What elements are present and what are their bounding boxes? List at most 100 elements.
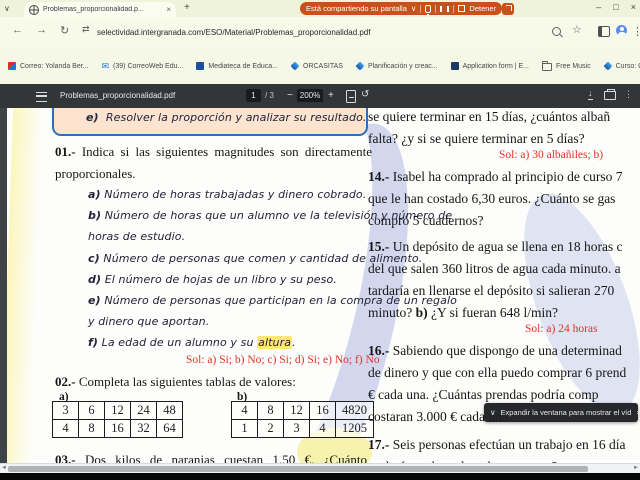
browser-menu-icon[interactable]: ⋮	[632, 25, 640, 38]
item-e-cont: y dinero que aportan.	[88, 315, 210, 328]
sharing-label: Está compartiendo su pantalla	[306, 4, 407, 13]
site-info-icon[interactable]: ⇄	[82, 24, 90, 35]
problem-02-line: 02.- Completa las siguientes tablas de v…	[55, 374, 296, 389]
address-bar: ← → ↻ ⇄ selectividad.intergranada.com/ES…	[0, 17, 640, 49]
zoom-out-button[interactable]: −	[287, 90, 293, 101]
browser-tab[interactable]: Problemas_proporcionalidad.p... ×	[24, 2, 176, 17]
stop-sharing-button[interactable]: Detener	[469, 4, 496, 13]
microphone-icon[interactable]	[425, 4, 432, 15]
box-item-text: Resolver la proporción y analizar su res…	[105, 111, 367, 124]
problem-01-line: 01.- Indica si las siguientes magnitudes…	[55, 144, 372, 159]
reload-button[interactable]: ↻	[60, 24, 69, 37]
rotate-icon[interactable]: ↺	[361, 89, 369, 100]
box-item-letter: e)	[86, 111, 99, 124]
page-count: / 3	[265, 91, 274, 100]
problem-16-line: € cada una. ¿Cuántas prendas podría comp	[368, 387, 599, 402]
scrollbar-thumb[interactable]	[8, 466, 588, 472]
new-tab-button[interactable]: +	[184, 3, 190, 13]
table-row: 4 8 12 16 4820	[231, 401, 374, 420]
expand-window-tooltip[interactable]: ∨ Expandir la ventana para mostrar el ví…	[484, 403, 640, 422]
page-number-input[interactable]: 1	[246, 89, 261, 102]
scroll-right-icon[interactable]: ►	[633, 465, 639, 471]
expand-sharing-icon[interactable]	[502, 3, 514, 15]
maximize-button[interactable]: □	[613, 2, 618, 12]
mail-icon	[8, 62, 16, 70]
problem-15-line: tardaría en llenarse el depósito si sali…	[368, 283, 615, 298]
table-row: 3 6 12 24 48	[52, 401, 183, 420]
url-text[interactable]: selectividad.intergranada.com/ESO/Materi…	[97, 28, 370, 37]
problem-15-line: minuto? b) ¿Y si fueran 648 l/min?	[368, 305, 558, 320]
bookmark-curso[interactable]: Curso: COMPETENC...	[603, 61, 640, 71]
right-col-line: falta? ¿y si se quiere terminar en 5 día…	[368, 131, 585, 146]
screen-sharing-pill[interactable]: Está compartiendo su pantalla ∨ Detener	[300, 2, 503, 15]
page-edge-shading	[7, 108, 44, 463]
problem-14-line: compró 5 cuadernos?	[368, 213, 484, 228]
window-controls: – □ ×	[596, 2, 636, 12]
tab-close-icon[interactable]: ×	[166, 5, 171, 14]
gem-icon	[290, 61, 300, 71]
bookmark-correo[interactable]: Correo: Yolanda Ber...	[8, 62, 89, 70]
bookmark-application[interactable]: Application form | E...	[450, 62, 529, 70]
intro-box: e) Resolver la proporción y analizar su …	[52, 108, 368, 136]
pdf-favicon-icon	[29, 4, 39, 15]
divider	[435, 4, 437, 13]
bottom-bar	[0, 473, 640, 480]
tab-search-chevron-icon[interactable]: ∨	[4, 4, 10, 13]
minimize-button[interactable]: –	[596, 2, 601, 12]
envelope-icon: ✉	[101, 60, 110, 71]
table-row: 4 8 16 32 64	[52, 419, 183, 438]
side-panel-icon[interactable]	[598, 26, 610, 37]
problem-16-line: de dinero y que con ella puedo comprar 6…	[368, 365, 627, 380]
bookmark-star-icon[interactable]: ☆	[572, 23, 582, 36]
stop-square-icon[interactable]	[458, 5, 466, 12]
problem-03-line: 03.- Dos kilos de naranjas cuestan 1,50 …	[55, 452, 367, 463]
problem-14-line: 14.- Isabel ha comprado al principio de …	[368, 169, 623, 184]
problem-17-line: 17.- Seis personas efectúan un trabajo e…	[368, 437, 626, 452]
table-a: 3 6 12 24 48 4 8 16 32 64	[52, 401, 183, 438]
fit-page-icon[interactable]	[346, 90, 356, 103]
back-button[interactable]: ←	[12, 24, 23, 36]
gem-icon	[603, 61, 613, 71]
tab-strip: ∨ Problemas_proporcionalidad.p... × + Es…	[0, 0, 640, 17]
tooltip-label: Expandir la ventana para mostrar el víd	[500, 408, 632, 417]
problem-15-line: del que salen 360 litros de agua cada mi…	[368, 261, 621, 276]
item-a: a) Número de horas trabajadas y dinero c…	[88, 188, 367, 201]
folder-icon	[542, 61, 552, 71]
item-d: d) El número de hojas de un libro y su p…	[88, 273, 337, 286]
bookmark-correoweb[interactable]: ✉ (39) CorreoWeb Edu...	[101, 60, 184, 71]
table-b: 4 8 12 16 4820 1 2 3 4 1205	[231, 401, 374, 438]
bookmark-planificacion[interactable]: Planificación y creac...	[355, 61, 438, 71]
problem-01-line: proporcionales.	[55, 166, 136, 181]
zoom-page-icon[interactable]	[552, 27, 561, 36]
scroll-left-icon[interactable]: ◄	[1, 465, 7, 471]
solution-13: Sol: a) 30 albañiles; b)	[499, 149, 604, 161]
browser-window: ∨ Problemas_proporcionalidad.p... × + Es…	[0, 0, 640, 480]
print-icon[interactable]	[604, 89, 616, 100]
mediateca-icon	[196, 62, 205, 70]
bookmarks-bar: Correo: Yolanda Ber... ✉ (39) CorreoWeb E…	[0, 48, 640, 84]
pause-icon[interactable]	[440, 5, 450, 12]
tooltip-chevron-icon[interactable]: ∨	[490, 408, 496, 417]
app-icon	[450, 62, 459, 70]
zoom-level[interactable]: 200%	[297, 89, 323, 102]
solution-01: Sol: a) Si; b) No; c) Si; d) Si; e) No; …	[186, 354, 380, 366]
divider	[453, 4, 455, 13]
forward-button[interactable]: →	[36, 24, 47, 36]
zoom-in-button[interactable]: +	[328, 90, 334, 101]
highlighted-word: altura	[257, 336, 293, 349]
problem-16-line: 16.- Sabiendo que dispongo de una determ…	[368, 343, 622, 358]
tooltip-close-icon[interactable]: ×	[636, 408, 640, 417]
problem-15-line: 15.- Un depósito de agua se llena en 18 …	[368, 239, 623, 254]
profile-avatar[interactable]	[616, 25, 627, 36]
close-window-button[interactable]: ×	[631, 2, 636, 12]
right-col-line: se quiere terminar en 15 días, ¿cuántos …	[368, 109, 611, 124]
bookmark-mediateca[interactable]: Mediateca de Educa...	[196, 62, 278, 70]
pdf-menu-icon[interactable]	[36, 92, 47, 102]
sharing-chevron-icon[interactable]: ∨	[411, 4, 417, 13]
pdf-toolbar: Problemas_proporcionalidad.pdf 1 / 3 − 2…	[0, 84, 640, 108]
pdf-more-icon[interactable]: ⋮	[624, 89, 633, 100]
divider	[420, 4, 422, 13]
download-icon[interactable]: ↓	[588, 88, 593, 100]
bookmark-orcasitas[interactable]: ORCASITAS	[290, 61, 343, 71]
bookmark-freemusic[interactable]: Free Music	[542, 61, 591, 71]
